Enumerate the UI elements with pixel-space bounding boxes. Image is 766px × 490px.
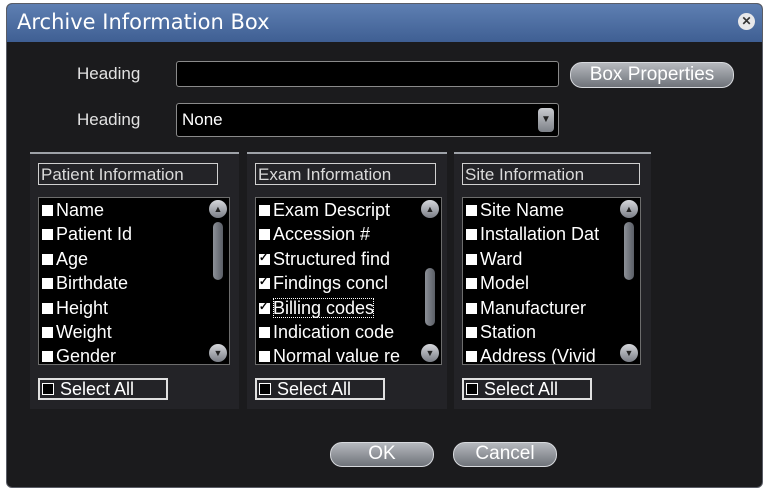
scroll-down-icon[interactable]: ▼ bbox=[209, 344, 227, 362]
checkbox[interactable] bbox=[259, 296, 270, 319]
chevron-down-icon[interactable]: ▼ bbox=[538, 108, 554, 132]
scroll-thumb[interactable] bbox=[425, 268, 435, 326]
checkbox[interactable] bbox=[259, 247, 270, 270]
archive-information-dialog: Archive Information Box ✕ Heading Box Pr… bbox=[6, 3, 763, 488]
checkbox[interactable] bbox=[466, 383, 478, 395]
site-information-list[interactable]: Site Name Installation Dat Ward Model Ma… bbox=[462, 197, 641, 365]
scroll-thumb[interactable] bbox=[624, 222, 634, 280]
patient-information-list[interactable]: Name Patient Id Age Birthdate Height Wei… bbox=[38, 197, 230, 365]
heading-label: Heading bbox=[77, 64, 141, 83]
list-item[interactable]: Gender bbox=[39, 344, 229, 364]
list-item[interactable]: Name bbox=[39, 198, 229, 222]
list-item[interactable]: Site Name bbox=[463, 198, 640, 222]
list-item[interactable]: Birthdate bbox=[39, 271, 229, 295]
list-item[interactable]: Accession # bbox=[256, 222, 441, 246]
list-item[interactable]: Exam Descript bbox=[256, 198, 441, 222]
checkbox[interactable] bbox=[42, 278, 53, 290]
box-properties-button[interactable]: Box Properties bbox=[570, 62, 734, 88]
checkbox[interactable] bbox=[42, 253, 53, 265]
list-item[interactable]: Model bbox=[463, 271, 640, 295]
list-item[interactable]: Height bbox=[39, 296, 229, 320]
checkbox[interactable] bbox=[466, 351, 477, 363]
checkbox[interactable] bbox=[42, 383, 54, 395]
list-item[interactable]: Normal value re bbox=[256, 344, 441, 364]
exam-information-list[interactable]: Exam Descript Accession # Structured fin… bbox=[255, 197, 442, 365]
group-title: Patient Information bbox=[38, 163, 218, 185]
scroll-thumb[interactable] bbox=[213, 222, 223, 280]
heading-select-value: None bbox=[182, 110, 223, 129]
group-title: Exam Information bbox=[255, 163, 436, 185]
checkbox[interactable] bbox=[259, 205, 270, 216]
checkbox[interactable] bbox=[466, 229, 477, 241]
scroll-up-icon[interactable]: ▲ bbox=[620, 200, 638, 218]
title-bar: Archive Information Box ✕ bbox=[7, 4, 762, 42]
checkbox[interactable] bbox=[259, 351, 270, 363]
list-item[interactable]: Structured find bbox=[256, 247, 441, 271]
patient-information-group: Patient Information Name Patient Id Age … bbox=[30, 152, 239, 409]
scroll-down-icon[interactable]: ▼ bbox=[421, 344, 439, 362]
checkbox[interactable] bbox=[259, 383, 271, 395]
checkbox[interactable] bbox=[42, 229, 53, 241]
scroll-up-icon[interactable]: ▲ bbox=[209, 200, 227, 218]
group-title: Site Information bbox=[462, 163, 640, 185]
select-all-exam[interactable]: Select All bbox=[255, 378, 385, 400]
checkbox[interactable] bbox=[42, 351, 53, 363]
checkbox[interactable] bbox=[466, 326, 477, 338]
checkbox[interactable] bbox=[466, 278, 477, 290]
checkbox[interactable] bbox=[42, 326, 53, 338]
list-item[interactable]: Manufacturer bbox=[463, 296, 640, 320]
checkbox[interactable] bbox=[259, 229, 270, 241]
checkbox[interactable] bbox=[466, 253, 477, 265]
list-item[interactable]: Installation Dat bbox=[463, 222, 640, 246]
list-item[interactable]: Ward bbox=[463, 247, 640, 271]
heading-select[interactable]: None ▼ bbox=[176, 103, 559, 137]
select-all-patient[interactable]: Select All bbox=[38, 378, 168, 400]
scrollbar[interactable]: ▲ ▼ bbox=[620, 200, 638, 362]
list-item[interactable]: Indication code bbox=[256, 320, 441, 344]
checkbox[interactable] bbox=[259, 271, 270, 294]
checkbox[interactable] bbox=[42, 205, 53, 216]
list-item[interactable]: Weight bbox=[39, 320, 229, 344]
list-item[interactable]: Age bbox=[39, 247, 229, 271]
scrollbar[interactable]: ▲ ▼ bbox=[209, 200, 227, 362]
list-item[interactable]: Patient Id bbox=[39, 222, 229, 246]
ok-button[interactable]: OK bbox=[330, 442, 434, 467]
list-item[interactable]: Billing codes bbox=[256, 296, 441, 320]
heading-select-label: Heading bbox=[77, 110, 141, 129]
heading-input[interactable] bbox=[176, 61, 559, 87]
select-all-site[interactable]: Select All bbox=[462, 378, 592, 400]
close-icon[interactable]: ✕ bbox=[738, 13, 755, 30]
checkbox[interactable] bbox=[466, 205, 477, 216]
checkbox[interactable] bbox=[259, 326, 270, 338]
list-item[interactable]: Findings concl bbox=[256, 271, 441, 295]
exam-information-group: Exam Information Exam Descript Accession… bbox=[247, 152, 447, 409]
list-item[interactable]: Station bbox=[463, 320, 640, 344]
scrollbar[interactable]: ▲ ▼ bbox=[421, 200, 439, 362]
cancel-button[interactable]: Cancel bbox=[453, 442, 557, 467]
list-item[interactable]: Address (Vivid bbox=[463, 344, 640, 364]
checkbox[interactable] bbox=[42, 302, 53, 314]
scroll-down-icon[interactable]: ▼ bbox=[620, 344, 638, 362]
scroll-up-icon[interactable]: ▲ bbox=[421, 200, 439, 218]
dialog-title: Archive Information Box bbox=[17, 10, 270, 34]
site-information-group: Site Information Site Name Installation … bbox=[454, 152, 651, 409]
checkbox[interactable] bbox=[466, 302, 477, 314]
